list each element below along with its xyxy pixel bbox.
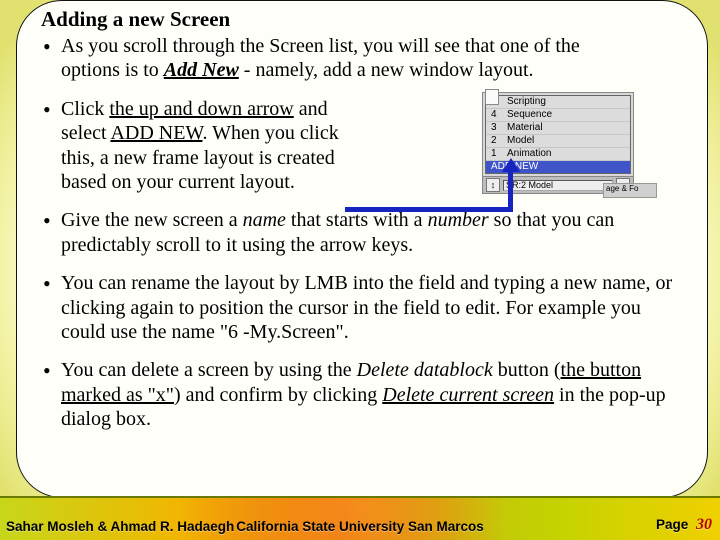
emph-arrows: the up and down arrow <box>109 98 293 120</box>
emph-delete-current: Delete current screen <box>382 384 554 406</box>
text: that starts with a <box>286 209 428 231</box>
menu-label: Scripting <box>507 97 546 107</box>
page-label: Page <box>656 517 688 532</box>
updown-arrow-button[interactable]: ↕ <box>486 178 500 192</box>
emph-name: name <box>243 209 286 231</box>
emph-addnew-2: ADD NEW <box>110 122 202 144</box>
menu-label: Sequence <box>507 110 552 120</box>
callout-arrow <box>345 207 513 212</box>
bullet-5: You can delete a screen by using the Del… <box>39 358 685 431</box>
menu-num: 4 <box>491 110 501 120</box>
page-icon <box>485 89 499 105</box>
slide-footer: Sahar Mosleh & Ahmad R. Hadaegh Californ… <box>0 496 720 540</box>
text: You can rename the layout by LMB into th… <box>61 272 672 343</box>
bullet-4: You can rename the layout by LMB into th… <box>39 271 685 344</box>
text: As you scroll through the Screen list, y… <box>61 35 580 57</box>
menu-label: Model <box>507 136 534 146</box>
text: options is to <box>61 59 164 81</box>
callout-arrow <box>508 170 513 212</box>
slide-title: Adding a new Screen <box>41 7 685 32</box>
text: Give the new screen a <box>61 209 243 231</box>
menu-num: 2 <box>491 136 501 146</box>
text: Click <box>61 98 109 120</box>
menu-item[interactable]: 3 Material <box>486 122 630 135</box>
menu-label: Material <box>507 123 543 133</box>
bullet-1: As you scroll through the Screen list, y… <box>39 34 685 83</box>
text: button ( <box>493 359 561 381</box>
embedded-screenshot: 5Scripting 4Sequence 3Material 2Model 1A… <box>482 92 634 194</box>
text: ) and confirm by clicking <box>174 384 382 406</box>
footer-affiliation: California State University San Marcos <box>236 519 484 534</box>
arrow-head-icon <box>502 158 520 172</box>
footer-page: Page 30 <box>656 516 712 534</box>
slide-card: Adding a new Screen As you scroll throug… <box>16 0 708 498</box>
page-number: 30 <box>696 516 712 533</box>
text: You can delete a screen by using the <box>61 359 357 381</box>
text: - namely, add a new window layout. <box>239 59 534 81</box>
menu-item[interactable]: 5Scripting <box>486 96 630 109</box>
menu-item[interactable]: 2 Model <box>486 135 630 148</box>
menu-num: 3 <box>491 123 501 133</box>
emph-number: number <box>428 209 489 231</box>
bullet-3: Give the new screen a name that starts w… <box>39 208 685 257</box>
menu-item[interactable]: 4 Sequence <box>486 109 630 122</box>
emph-add-new: Add New <box>164 59 239 81</box>
screen-name-field[interactable]: SR:2 Model <box>503 180 613 191</box>
footer-authors: Sahar Mosleh & Ahmad R. Hadaegh <box>6 519 234 534</box>
emph-delete-db: Delete datablock <box>357 359 493 381</box>
menu-num: 1 <box>491 149 501 159</box>
partial-label: age & Fo <box>603 183 657 198</box>
